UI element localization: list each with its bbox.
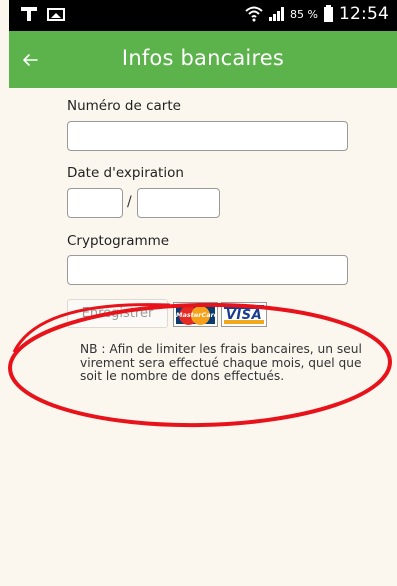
status-bar-left: [21, 7, 65, 21]
battery-percent: 85 %: [290, 7, 318, 21]
cvv-input[interactable]: [67, 255, 348, 285]
expiry-date-label: Date d'expiration: [67, 165, 184, 181]
usb-icon: [21, 7, 37, 21]
expiry-month-input[interactable]: [67, 188, 123, 218]
visa-gold-stripe: [224, 320, 264, 324]
clock: 12:54: [339, 4, 389, 24]
card-number-input[interactable]: [67, 121, 348, 151]
image-icon: [47, 7, 65, 21]
app-header: Infos bancaires: [9, 31, 397, 88]
signal-icon: [269, 7, 285, 21]
expiry-separator: /: [127, 194, 132, 210]
page-title: Infos bancaires: [121, 46, 285, 70]
app-screen: 85 % 12:54 Infos bancaires Numéro de car…: [0, 0, 397, 586]
status-bar-right: 85 % 12:54: [245, 4, 389, 24]
expiry-year-input[interactable]: [137, 188, 220, 218]
cvv-label: Cryptogramme: [67, 233, 170, 249]
card-number-label: Numéro de carte: [67, 98, 181, 114]
battery-icon: [324, 4, 333, 22]
visa-logo: VISA: [221, 302, 267, 327]
save-button[interactable]: Enregistrer: [67, 299, 168, 328]
mastercard-logo: MasterCard: [173, 302, 218, 327]
mastercard-background: MasterCard: [176, 305, 218, 325]
bank-fees-note: NB : Afin de limiter les frais bancaires…: [80, 342, 362, 383]
status-bar: 85 % 12:54: [9, 0, 397, 31]
wifi-icon: [245, 6, 263, 22]
mastercard-wordmark: MasterCard: [176, 311, 218, 319]
